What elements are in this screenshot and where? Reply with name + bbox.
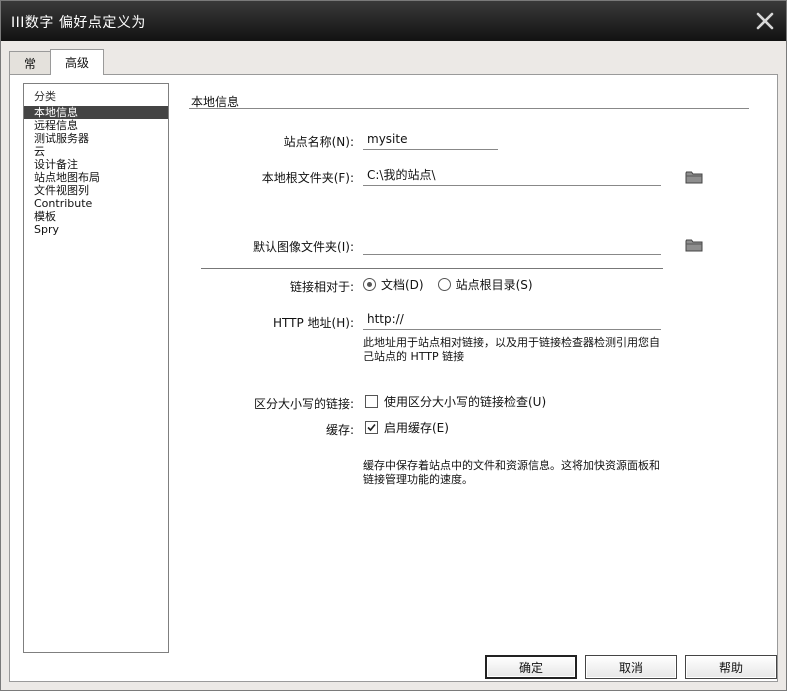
local-root-label: 本地根文件夹(F):: [261, 171, 354, 185]
radio-site-root[interactable]: 站点根目录(S): [437, 276, 533, 293]
folder-icon: [685, 171, 703, 184]
radio-document-indicator: [363, 278, 376, 291]
case-sensitive-label: 区分大小写的链接:: [253, 397, 354, 411]
default-images-label: 默认图像文件夹(I):: [253, 240, 354, 254]
tab-strip: 常 高级: [9, 49, 105, 75]
cache-description: 缓存中保存着站点中的文件和资源信息。这将加快资源面板和链接管理功能的速度。: [363, 459, 660, 486]
category-item-templates[interactable]: 模板: [24, 210, 168, 223]
cache-option-label: 启用缓存(E): [384, 421, 449, 435]
category-item-testing-server[interactable]: 测试服务器: [24, 132, 168, 145]
category-item-file-view-columns[interactable]: 文件视图列: [24, 184, 168, 197]
category-heading: 分类: [34, 90, 56, 103]
close-icon: [756, 12, 774, 30]
section-divider: [189, 108, 749, 109]
links-relative-group: 文档(D) 站点根目录(S): [363, 276, 533, 293]
tab-basic[interactable]: 常: [9, 51, 52, 75]
category-item-local-info[interactable]: 本地信息: [24, 106, 168, 119]
category-item-design-notes[interactable]: 设计备注: [24, 158, 168, 171]
category-item-site-map-layout[interactable]: 站点地图布局: [24, 171, 168, 184]
radio-document-label: 文档(D): [381, 278, 424, 292]
http-address-label: HTTP 地址(H):: [273, 316, 354, 330]
case-sensitive-checkbox[interactable]: 使用区分大小写的链接检查(U): [365, 393, 546, 410]
radio-site-root-indicator: [437, 278, 451, 291]
title-bar[interactable]: III数字 偏好点定义为: [1, 1, 786, 41]
checkmark-icon: [367, 423, 376, 432]
case-sensitive-box: [365, 395, 378, 408]
radio-site-root-label: 站点根目录(S): [455, 278, 533, 292]
close-button[interactable]: [752, 8, 778, 34]
cancel-button[interactable]: 取消: [585, 655, 677, 679]
cache-checkbox[interactable]: 启用缓存(E): [365, 419, 449, 436]
category-item-cloak[interactable]: 云: [24, 145, 168, 158]
cache-box: [365, 421, 378, 434]
category-item-contribute[interactable]: Contribute: [24, 197, 168, 210]
folder-icon: [685, 239, 703, 252]
site-definition-dialog: III数字 偏好点定义为 常 高级 分类 本地信息 远程信息 测试服务器 云 设…: [0, 0, 787, 691]
help-button[interactable]: 帮助: [685, 655, 777, 679]
site-name-input[interactable]: [363, 128, 498, 150]
form-divider: [201, 268, 663, 269]
case-sensitive-option-label: 使用区分大小写的链接检查(U): [384, 395, 547, 409]
browse-local-root-button[interactable]: [683, 167, 705, 187]
browse-images-button[interactable]: [683, 235, 705, 255]
cache-label: 缓存:: [325, 423, 354, 437]
local-root-input[interactable]: [363, 164, 661, 186]
tab-advanced[interactable]: 高级: [50, 49, 105, 75]
links-relative-label: 链接相对于:: [289, 280, 354, 294]
default-images-input[interactable]: [363, 233, 661, 255]
category-list[interactable]: 分类 本地信息 远程信息 测试服务器 云 设计备注 站点地图布局 文件视图列 C…: [23, 83, 169, 653]
window-title: III数字 偏好点定义为: [11, 15, 146, 31]
site-name-label: 站点名称(N):: [283, 135, 354, 149]
category-item-remote-info[interactable]: 远程信息: [24, 119, 168, 132]
http-address-description: 此地址用于站点相对链接，以及用于链接检查器检测引用您自己站点的 HTTP 链接: [363, 336, 660, 363]
radio-document[interactable]: 文档(D): [363, 276, 424, 293]
category-item-spry[interactable]: Spry: [24, 223, 168, 236]
http-address-input[interactable]: [363, 308, 661, 330]
ok-button[interactable]: 确定: [485, 655, 577, 679]
